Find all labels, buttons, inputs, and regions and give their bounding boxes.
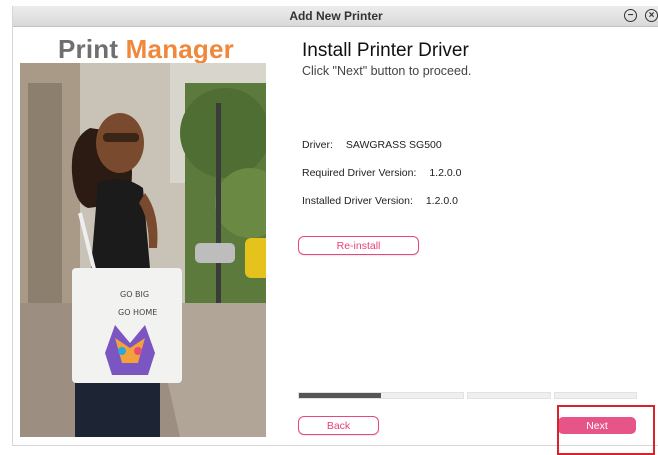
installed-version-row: Installed Driver Version: 1.2.0.0 <box>302 195 458 207</box>
required-version-label: Required Driver Version: <box>302 167 417 179</box>
progress-fill <box>299 393 381 398</box>
close-icon[interactable]: × <box>645 9 658 22</box>
bag-text-1: GO BIG <box>120 290 149 299</box>
progress-segment-2 <box>467 392 551 399</box>
required-version-row: Required Driver Version: 1.2.0.0 <box>302 167 461 179</box>
promo-photo: GO BIG GO HOME <box>20 63 266 437</box>
page-subtitle: Click "Next" button to proceed. <box>302 64 472 78</box>
installed-version-value: 1.2.0.0 <box>425 195 458 207</box>
required-version-value: 1.2.0.0 <box>429 167 462 179</box>
back-button[interactable]: Back <box>298 416 379 435</box>
installed-version-label: Installed Driver Version: <box>302 195 413 207</box>
app-logo: Print Manager <box>58 34 234 65</box>
title-bar: Add New Printer − × <box>13 6 658 27</box>
progress-segment-1 <box>298 392 464 399</box>
driver-row: Driver: SAWGRASS SG500 <box>302 139 442 151</box>
logo-part-manager: Manager <box>125 34 234 64</box>
driver-value: SAWGRASS SG500 <box>345 139 442 151</box>
bag-text-2: GO HOME <box>118 308 157 317</box>
window-title: Add New Printer <box>289 9 383 23</box>
progress-segment-3 <box>554 392 637 399</box>
reinstall-button[interactable]: Re-install <box>298 236 419 255</box>
next-button-highlight <box>557 405 655 455</box>
minimize-icon[interactable]: − <box>624 9 637 22</box>
logo-part-print: Print <box>58 34 119 64</box>
page-title: Install Printer Driver <box>302 40 469 61</box>
driver-label: Driver: <box>302 139 333 151</box>
step-progress <box>298 392 637 399</box>
